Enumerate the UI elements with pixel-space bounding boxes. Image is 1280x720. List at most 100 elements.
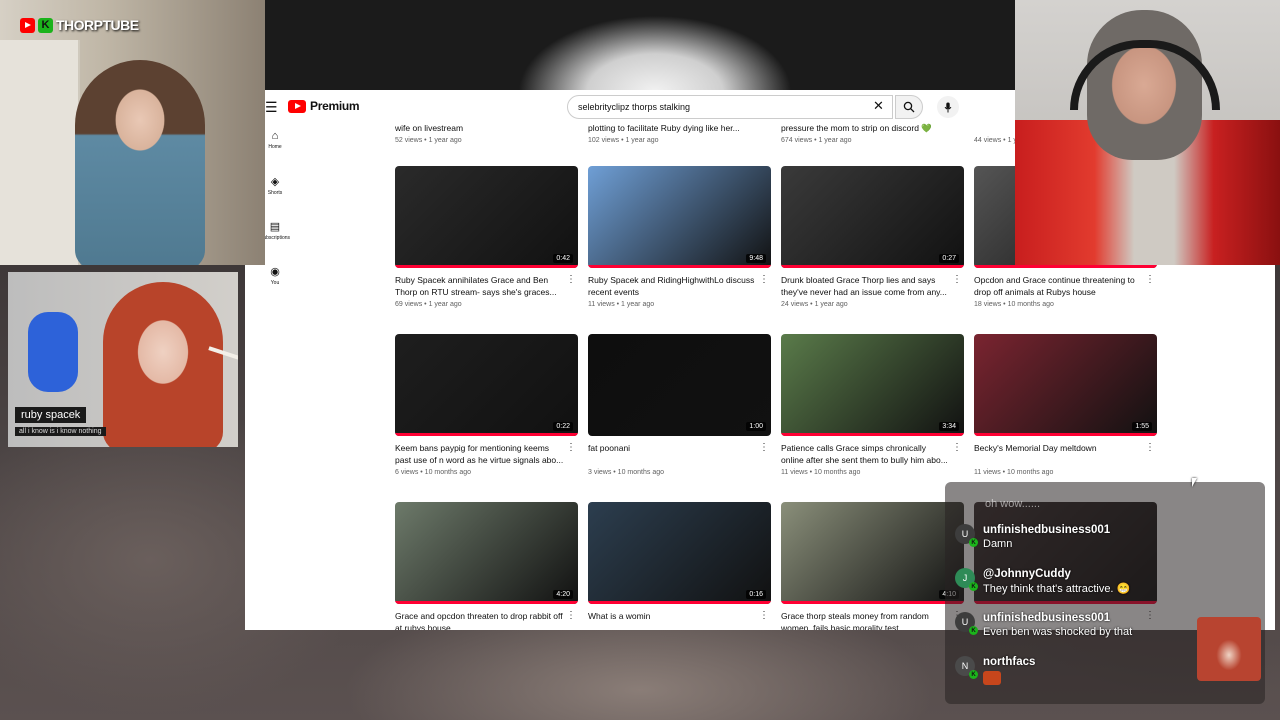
more-options-icon[interactable]: ⋮ xyxy=(566,610,576,621)
kick-icon: K xyxy=(38,17,53,33)
more-options-icon[interactable]: ⋮ xyxy=(952,274,962,285)
video-title[interactable]: Grace and opcdon threaten to drop rabbit… xyxy=(395,610,564,630)
video-card[interactable]: 4:10 Grace thorp steals money from rando… xyxy=(781,502,964,630)
video-duration: 4:20 xyxy=(553,590,573,599)
video-thumbnail[interactable]: 4:20 xyxy=(395,502,578,604)
video-thumbnail[interactable]: 3:34 xyxy=(781,334,964,436)
more-options-icon[interactable]: ⋮ xyxy=(566,442,576,453)
home-icon: ⌂ xyxy=(271,130,279,142)
voice-search-button[interactable] xyxy=(937,96,959,118)
video-title[interactable]: Patience calls Grace simps chronically o… xyxy=(781,442,950,466)
video-card[interactable]: plotting to facilitate Ruby dying like h… xyxy=(588,122,771,144)
microphone-icon xyxy=(944,102,952,112)
video-title[interactable]: Grace thorp steals money from random wom… xyxy=(781,610,950,630)
video-card[interactable]: 0:16 What is a womin ⋮ xyxy=(588,502,771,630)
video-duration: 0:27 xyxy=(939,254,959,263)
search-input[interactable]: selebrityclipz thorps stalking xyxy=(567,95,893,119)
chat-username: unfinishedbusiness001 xyxy=(983,524,1111,536)
mouse-cursor-icon xyxy=(1192,478,1197,487)
video-thumbnail[interactable]: 0:16 xyxy=(588,502,771,604)
video-title[interactable]: Ruby Spacek and RidingHighwithLo discuss… xyxy=(588,274,757,298)
video-info: 3 views • 10 months ago xyxy=(588,469,664,476)
video-title[interactable]: Becky's Memorial Day meltdown xyxy=(974,442,1143,466)
chat-username: northfacs xyxy=(983,656,1036,668)
video-card[interactable]: 1:55 Becky's Memorial Day meltdown 11 vi… xyxy=(974,334,1157,476)
guest-caption: all i know is i know nothing xyxy=(15,427,106,436)
subscriptions-icon: ▤ xyxy=(269,221,281,233)
video-thumbnail[interactable]: 0:27 xyxy=(781,166,964,268)
chat-avatar: N K xyxy=(955,656,978,679)
video-title[interactable]: wife on livestream xyxy=(395,122,564,134)
chat-avatar: U K xyxy=(955,612,978,635)
video-info: 102 views • 1 year ago xyxy=(588,137,659,144)
video-thumbnail[interactable]: 1:00 xyxy=(588,334,771,436)
host-webcam-right xyxy=(1015,0,1280,265)
video-card[interactable]: 4:20 Grace and opcdon threaten to drop r… xyxy=(395,502,578,630)
more-options-icon[interactable]: ⋮ xyxy=(566,274,576,285)
shorts-icon: ◈ xyxy=(270,176,280,188)
more-options-icon[interactable]: ⋮ xyxy=(759,274,769,285)
chat-avatar: J K xyxy=(955,568,978,591)
video-thumbnail[interactable]: 1:55 xyxy=(974,334,1157,436)
video-duration: 3:34 xyxy=(939,422,959,431)
video-title[interactable]: pressure the mom to strip on discord 💚 xyxy=(781,122,950,134)
video-card[interactable]: pressure the mom to strip on discord 💚 67… xyxy=(781,122,964,144)
menu-icon[interactable]: ☰ xyxy=(265,99,278,116)
channel-brand: K THORPTUBE xyxy=(20,17,139,33)
youtube-logo[interactable]: Premium xyxy=(288,99,360,113)
video-thumbnail[interactable]: 0:22 xyxy=(395,334,578,436)
video-card[interactable]: 0:27 Drunk bloated Grace Thorp lies and … xyxy=(781,166,964,308)
search-value: selebrityclipz thorps stalking xyxy=(578,102,691,112)
avatar-letter: U xyxy=(961,617,969,627)
search-button[interactable] xyxy=(895,95,923,119)
video-card[interactable]: 0:22 Keem bans paypig for mentioning kee… xyxy=(395,334,578,476)
logo-text: Premium xyxy=(310,99,360,113)
chat-message: N K northfacs xyxy=(955,656,1035,685)
more-options-icon[interactable]: ⋮ xyxy=(1145,442,1155,453)
nav-you[interactable]: ◉ You xyxy=(255,265,295,310)
youtube-icon xyxy=(20,17,35,33)
gift-emote-icon xyxy=(983,671,1001,685)
brand-text: THORPTUBE xyxy=(56,17,139,33)
video-title[interactable]: Drunk bloated Grace Thorp lies and says … xyxy=(781,274,950,298)
video-duration: 9:48 xyxy=(746,254,766,263)
chat-text: Damn xyxy=(983,538,1013,550)
chat-text: They think that's attractive. 😁 xyxy=(983,583,1131,595)
search-icon xyxy=(903,101,915,113)
kick-badge-icon: K xyxy=(969,626,978,635)
top-blurred-strip xyxy=(265,0,1015,92)
video-card[interactable]: wife on livestream 52 views • 1 year ago xyxy=(395,122,578,144)
more-options-icon[interactable]: ⋮ xyxy=(952,442,962,453)
clear-search-icon[interactable]: ✕ xyxy=(873,98,884,114)
video-card[interactable]: 0:42 Ruby Spacek annihilates Grace and B… xyxy=(395,166,578,308)
video-card[interactable]: 3:34 Patience calls Grace simps chronica… xyxy=(781,334,964,476)
more-options-icon[interactable]: ⋮ xyxy=(759,610,769,621)
video-info: 52 views • 1 year ago xyxy=(395,137,462,144)
video-thumbnail[interactable]: 9:48 xyxy=(588,166,771,268)
nav-label: You xyxy=(270,280,280,286)
chat-avatar: U K xyxy=(955,524,978,547)
avatar-letter: U xyxy=(961,529,969,539)
more-options-icon[interactable]: ⋮ xyxy=(1145,274,1155,285)
video-title[interactable]: What is a womin xyxy=(588,610,757,630)
door xyxy=(0,40,80,265)
nav-label: Home xyxy=(268,144,282,150)
video-title[interactable]: Ruby Spacek annihilates Grace and Ben Th… xyxy=(395,274,564,298)
you-icon: ◉ xyxy=(270,266,280,278)
video-title[interactable]: plotting to facilitate Ruby dying like h… xyxy=(588,122,757,134)
youtube-play-icon xyxy=(288,99,306,113)
chat-username: @JohnnyCuddy xyxy=(983,568,1071,580)
video-title[interactable]: Opcdon and Grace continue threatening to… xyxy=(974,274,1143,298)
video-card[interactable]: 9:48 Ruby Spacek and RidingHighwithLo di… xyxy=(588,166,771,308)
host-webcam-left: K THORPTUBE xyxy=(0,0,265,265)
video-card[interactable]: 1:00 fat poonani 3 views • 10 months ago… xyxy=(588,334,771,476)
nav-label: Shorts xyxy=(267,190,283,196)
video-thumbnail[interactable]: 0:42 xyxy=(395,166,578,268)
video-title[interactable]: fat poonani xyxy=(588,442,757,466)
video-thumbnail[interactable]: 4:10 xyxy=(781,502,964,604)
more-options-icon[interactable]: ⋮ xyxy=(759,442,769,453)
video-info: 69 views • 1 year ago xyxy=(395,301,462,308)
video-info: 24 views • 1 year ago xyxy=(781,301,848,308)
video-info: 11 views • 10 months ago xyxy=(974,469,1054,476)
video-title[interactable]: Keem bans paypig for mentioning keems pa… xyxy=(395,442,564,466)
